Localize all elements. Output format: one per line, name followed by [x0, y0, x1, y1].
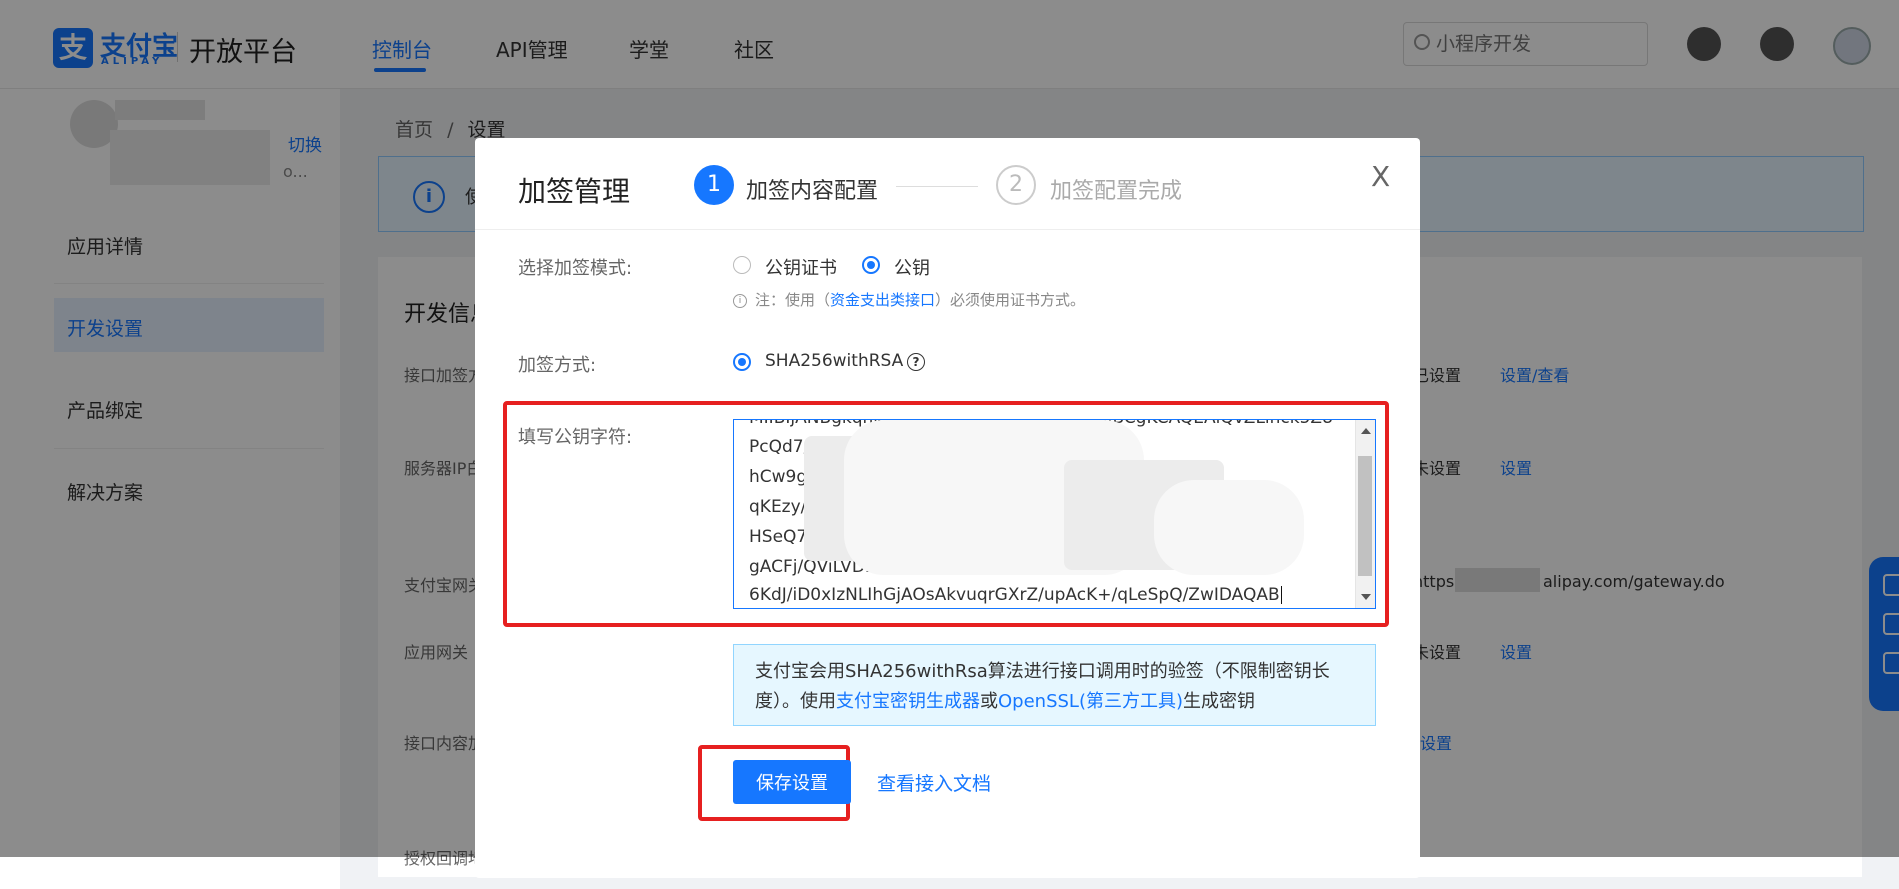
save-settings-button[interactable]: 保存设置	[733, 760, 851, 804]
help-icon[interactable]: ?	[907, 353, 925, 371]
signing-management-dialog: 加签管理 1 加签内容配置 2 加签配置完成 X 选择加签模式: 公钥证书 公钥…	[475, 138, 1420, 878]
key-generator-link[interactable]: 支付宝密钥生成器	[836, 691, 980, 712]
key-tip-text: 支付宝会用SHA256withRsa算法进行接口调用时的验签（不限制密钥长度）。…	[755, 657, 1355, 717]
note-prefix: 注：使用（	[755, 291, 831, 309]
text-caret	[1280, 586, 1282, 604]
note-suffix: ）必须使用证书方式。	[935, 291, 1086, 309]
scroll-thumb[interactable]	[1358, 456, 1372, 576]
key-tip-box: 支付宝会用SHA256withRsa算法进行接口调用时的验签（不限制密钥长度）。…	[733, 644, 1376, 726]
dialog-title: 加签管理	[518, 175, 631, 208]
textarea-scrollbar[interactable]	[1355, 420, 1375, 608]
scroll-down-icon[interactable]	[1361, 594, 1371, 600]
info-icon: i	[733, 293, 747, 308]
redaction-mask	[1154, 480, 1304, 575]
fund-api-link[interactable]: 资金支出类接口	[830, 291, 935, 309]
radio-pubkey-mode[interactable]	[862, 256, 880, 274]
key-line-text: 6KdJ/iD0xIzNLIhGjAOsAkvuqrGXrZ/upAcK+/qL…	[749, 585, 1280, 605]
sign-method-label: 加签方式:	[518, 355, 597, 376]
close-icon[interactable]: X	[1371, 160, 1390, 193]
step-1-indicator: 1	[694, 165, 734, 205]
public-key-textarea[interactable]: MIIBIjANBgkqhkiG9w0BAQEFAAOCAQ8AMIIBCgKC…	[733, 419, 1376, 609]
key-line-last: 6KdJ/iD0xIzNLIhGjAOsAkvuqrGXrZ/upAcK+/qL…	[749, 585, 1282, 605]
mode-note: i 注：使用（资金支出类接口）必须使用证书方式。	[733, 289, 1085, 310]
view-docs-link[interactable]: 查看接入文档	[877, 769, 991, 796]
radio-cert-mode-label[interactable]: 公钥证书	[765, 254, 837, 280]
step-1-label: 加签内容配置	[746, 179, 879, 204]
step-2-indicator: 2	[996, 165, 1036, 205]
sign-mode-label: 选择加签模式:	[518, 258, 633, 279]
step-connector	[896, 186, 978, 187]
step-2-label: 加签配置完成	[1050, 179, 1183, 204]
public-key-label: 填写公钥字符:	[518, 427, 633, 448]
radio-sha256-label[interactable]: SHA256withRSA	[765, 351, 903, 371]
radio-sha256[interactable]	[733, 353, 751, 371]
scroll-up-icon[interactable]	[1361, 428, 1371, 434]
radio-cert-mode[interactable]	[733, 256, 751, 274]
radio-pubkey-mode-label[interactable]: 公钥	[894, 254, 930, 280]
openssl-link[interactable]: OpenSSL(第三方工具)	[998, 691, 1183, 712]
tip-end: 生成密钥	[1183, 691, 1256, 712]
dialog-header-divider	[475, 229, 1420, 230]
tip-or: 或	[980, 691, 998, 712]
